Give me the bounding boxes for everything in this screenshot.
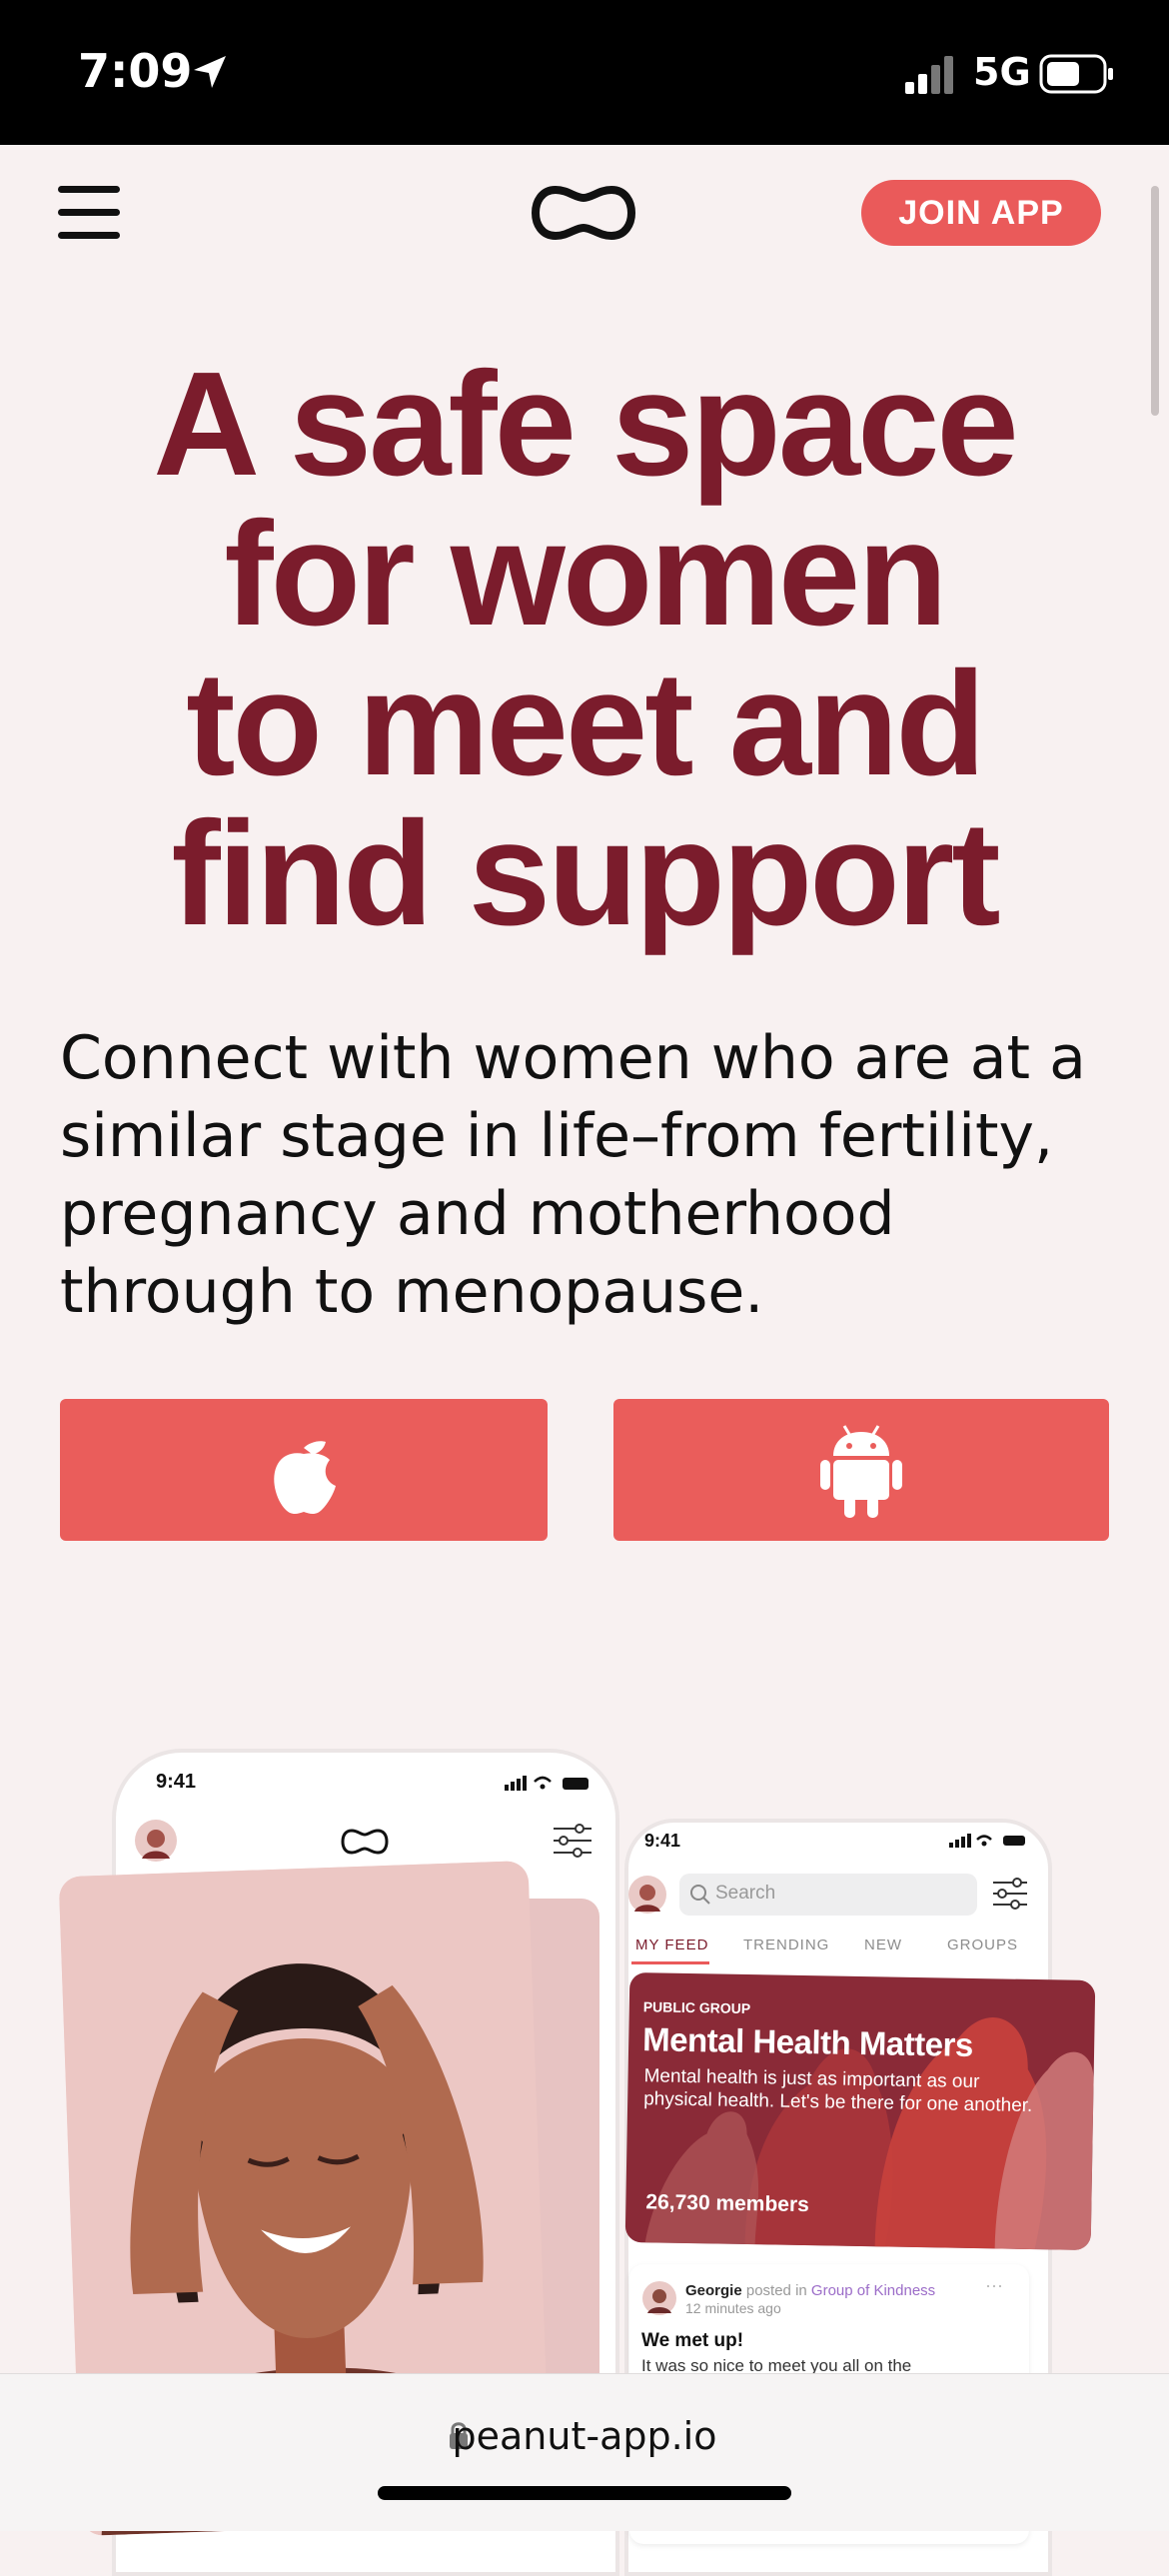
post-title: We met up! [641, 2330, 744, 2351]
headline-line: find support [171, 791, 1000, 956]
mockup-time: 9:41 [156, 1771, 197, 1793]
group-member-count: 26,730 members [645, 2190, 810, 2217]
avatar [135, 1820, 177, 1862]
search-icon [690, 1885, 710, 1905]
avatar [642, 2281, 676, 2315]
search-placeholder: Search [715, 1883, 776, 1904]
avatar [628, 1876, 666, 1914]
subtext-line: similar stage in life–from fertility, [60, 1101, 1054, 1171]
google-play-button[interactable] [613, 1399, 1109, 1541]
join-app-button[interactable]: JOIN APP [861, 180, 1101, 246]
subtext-line: Connect with women who are at a [60, 1023, 1086, 1093]
tab-groups[interactable]: GROUPS [947, 1936, 1018, 1953]
active-tab-indicator [631, 1961, 709, 1964]
group-title: Mental Health Matters [641, 2020, 974, 2063]
location-arrow-icon [194, 56, 226, 88]
group-visibility-tag: PUBLIC GROUP [642, 1998, 751, 2017]
headline-line: A safe space [153, 342, 1018, 507]
status-time: 7:09 [78, 44, 193, 98]
hero-headline: A safe space for women to meet and find … [40, 350, 1129, 949]
post-timestamp: 12 minutes ago [685, 2300, 781, 2316]
filter-sliders-icon[interactable] [991, 1877, 1029, 1911]
cellular-signal-icon [905, 56, 953, 94]
post-author-line: Georgie posted in Group of Kindness [685, 2282, 935, 2299]
more-options-icon[interactable]: ⋯ [985, 2276, 1003, 2297]
mockup-status-icons [949, 1834, 1025, 1848]
post-posted-in: posted in [745, 2282, 807, 2299]
status-bar: 7:09 5G [0, 0, 1169, 145]
group-description: Mental health is just as important as ou… [642, 2065, 1033, 2117]
apple-icon [274, 1441, 336, 1514]
subtext-line: through to menopause. [60, 1257, 764, 1327]
headline-line: to meet and [186, 642, 986, 806]
peanut-logo-icon[interactable] [532, 180, 635, 246]
browser-address-bar[interactable]: peanut-app.io [0, 2373, 1169, 2531]
group-card[interactable]: PUBLIC GROUP Mental Health Matters Menta… [624, 1971, 1096, 2251]
headline-line: for women [224, 492, 947, 656]
scrollbar[interactable] [1151, 186, 1159, 416]
search-input[interactable]: Search [679, 1874, 977, 1916]
tab-new[interactable]: NEW [864, 1936, 902, 1953]
url-text[interactable]: peanut-app.io [0, 2414, 1169, 2458]
post-author[interactable]: Georgie [685, 2282, 742, 2299]
filter-sliders-icon [554, 1824, 591, 1858]
battery-icon [1039, 54, 1113, 94]
mockup-status-icons [505, 1776, 588, 1791]
home-indicator[interactable] [378, 2486, 791, 2500]
tab-trending[interactable]: TRENDING [743, 1936, 829, 1953]
peanut-logo-icon [341, 1829, 389, 1855]
hero-subtext: Connect with women who are at a similar … [60, 1019, 1119, 1331]
mockup-time: 9:41 [644, 1831, 681, 1851]
app-store-button[interactable] [60, 1399, 548, 1541]
hamburger-menu-icon[interactable] [58, 186, 120, 240]
tab-my-feed[interactable]: MY FEED [635, 1936, 708, 1953]
subtext-line: pregnancy and motherhood [60, 1179, 895, 1249]
android-icon [820, 1425, 902, 1518]
post-group-link[interactable]: Group of Kindness [811, 2282, 935, 2299]
network-type: 5G [973, 50, 1031, 94]
